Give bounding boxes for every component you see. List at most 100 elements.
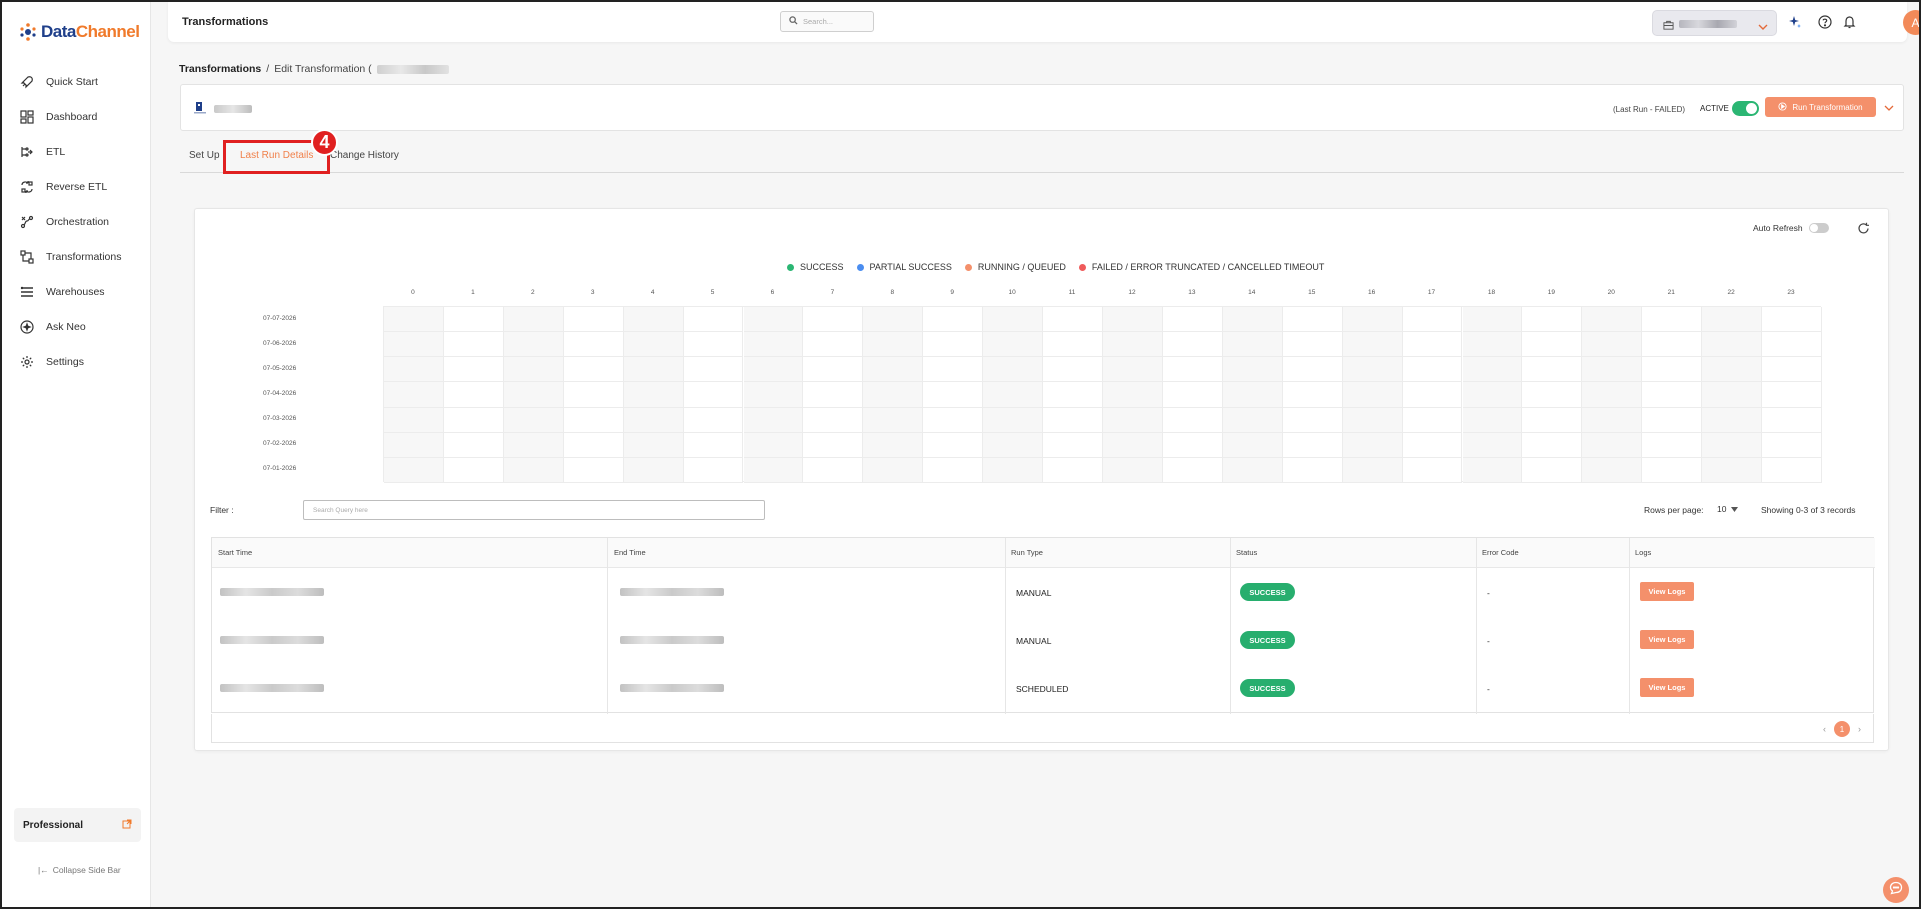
heatmap-cell[interactable] — [563, 307, 624, 333]
heatmap-cell[interactable] — [1103, 332, 1163, 358]
heatmap-cell[interactable] — [1222, 307, 1283, 333]
heatmap-cell[interactable] — [983, 332, 1044, 358]
heatmap-cell[interactable] — [1402, 307, 1463, 333]
heatmap-cell[interactable] — [503, 307, 564, 333]
heatmap-cell[interactable] — [384, 382, 444, 408]
heatmap-cell[interactable] — [743, 407, 804, 433]
heatmap-cell[interactable] — [1043, 382, 1103, 408]
heatmap-cell[interactable] — [1342, 357, 1403, 383]
heatmap-cell[interactable] — [1222, 382, 1283, 408]
column-header-status[interactable]: Status — [1236, 548, 1257, 557]
filter-search-input[interactable]: Search Query here — [303, 500, 765, 520]
heatmap-cell[interactable] — [1762, 357, 1822, 383]
heatmap-cell[interactable] — [1162, 332, 1223, 358]
heatmap-cell[interactable] — [1522, 357, 1583, 383]
heatmap-cell[interactable] — [1342, 332, 1403, 358]
heatmap-cell[interactable] — [623, 382, 684, 408]
heatmap-cell[interactable] — [1582, 457, 1643, 483]
heatmap-cell[interactable] — [923, 432, 984, 458]
heatmap-cell[interactable] — [683, 382, 744, 408]
bell-icon[interactable] — [1841, 14, 1857, 30]
heatmap-cell[interactable] — [443, 407, 504, 433]
heatmap-cell[interactable] — [1642, 457, 1703, 483]
heatmap-cell[interactable] — [1103, 357, 1163, 383]
heatmap-cell[interactable] — [683, 357, 744, 383]
heatmap-cell[interactable] — [1702, 357, 1763, 383]
heatmap-cell[interactable] — [1762, 307, 1822, 333]
heatmap-cell[interactable] — [1222, 357, 1283, 383]
heatmap-cell[interactable] — [923, 357, 984, 383]
heatmap-cell[interactable] — [683, 457, 744, 483]
heatmap-cell[interactable] — [983, 357, 1044, 383]
heatmap-cell[interactable] — [863, 332, 924, 358]
help-icon[interactable] — [1817, 14, 1833, 30]
heatmap-cell[interactable] — [563, 407, 624, 433]
page-number-button[interactable]: 1 — [1834, 721, 1850, 737]
heatmap-cell[interactable] — [443, 307, 504, 333]
heatmap-cell[interactable] — [863, 432, 924, 458]
heatmap-cell[interactable] — [1342, 382, 1403, 408]
auto-refresh-toggle[interactable] — [1808, 223, 1829, 233]
heatmap-cell[interactable] — [1162, 432, 1223, 458]
heatmap-cell[interactable] — [863, 407, 924, 433]
heatmap-cell[interactable] — [1222, 432, 1283, 458]
heatmap-cell[interactable] — [1342, 407, 1403, 433]
heatmap-cell[interactable] — [1462, 357, 1523, 383]
heatmap-cell[interactable] — [983, 307, 1044, 333]
heatmap-cell[interactable] — [443, 432, 504, 458]
heatmap-cell[interactable] — [803, 307, 864, 333]
heatmap-cell[interactable] — [384, 307, 444, 333]
heatmap-cell[interactable] — [1582, 432, 1643, 458]
heatmap-cell[interactable] — [683, 332, 744, 358]
heatmap-cell[interactable] — [563, 357, 624, 383]
heatmap-cell[interactable] — [863, 382, 924, 408]
heatmap-cell[interactable] — [1462, 307, 1523, 333]
heatmap-cell[interactable] — [683, 407, 744, 433]
heatmap-cell[interactable] — [503, 357, 564, 383]
heatmap-cell[interactable] — [1522, 382, 1583, 408]
heatmap-cell[interactable] — [384, 432, 444, 458]
sidebar-item-dashboard[interactable]: Dashboard — [2, 99, 151, 134]
active-toggle[interactable] — [1732, 101, 1759, 116]
heatmap-cell[interactable] — [923, 332, 984, 358]
breadcrumb-root[interactable]: Transformations — [179, 63, 261, 75]
column-header-error-code[interactable]: Error Code — [1482, 548, 1519, 557]
heatmap-cell[interactable] — [863, 357, 924, 383]
heatmap-cell[interactable] — [1642, 407, 1703, 433]
heatmap-cell[interactable] — [1282, 457, 1343, 483]
heatmap-cell[interactable] — [623, 357, 684, 383]
heatmap-cell[interactable] — [803, 357, 864, 383]
heatmap-cell[interactable] — [1162, 307, 1223, 333]
previous-page-icon[interactable]: ‹ — [1823, 724, 1826, 734]
heatmap-cell[interactable] — [1043, 457, 1103, 483]
collapse-sidebar-button[interactable]: |← Collapse Side Bar — [38, 865, 121, 875]
heatmap-cell[interactable] — [1282, 407, 1343, 433]
heatmap-cell[interactable] — [1702, 332, 1763, 358]
heatmap-cell[interactable] — [1043, 357, 1103, 383]
heatmap-cell[interactable] — [1462, 407, 1523, 433]
heatmap-cell[interactable] — [983, 382, 1044, 408]
heatmap-cell[interactable] — [1642, 307, 1703, 333]
heatmap-cell[interactable] — [384, 407, 444, 433]
heatmap-cell[interactable] — [623, 457, 684, 483]
workspace-select[interactable] — [1652, 10, 1777, 36]
heatmap-cell[interactable] — [1103, 382, 1163, 408]
heatmap-cell[interactable] — [1462, 457, 1523, 483]
heatmap-cell[interactable] — [384, 457, 444, 483]
sidebar-item-warehouses[interactable]: Warehouses — [2, 274, 151, 309]
heatmap-cell[interactable] — [1043, 307, 1103, 333]
heatmap-cell[interactable] — [623, 407, 684, 433]
auto-refresh-control[interactable]: Auto Refresh — [1753, 223, 1829, 233]
plan-badge[interactable]: Professional — [14, 808, 141, 842]
heatmap-cell[interactable] — [983, 407, 1044, 433]
chevron-down-icon[interactable] — [1883, 101, 1895, 113]
heatmap-cell[interactable] — [1762, 407, 1822, 433]
heatmap-cell[interactable] — [1162, 357, 1223, 383]
heatmap-cell[interactable] — [563, 432, 624, 458]
sidebar-item-reverse-etl[interactable]: Reverse ETL — [2, 169, 151, 204]
tab-change-history[interactable]: Change History — [330, 150, 399, 161]
heatmap-cell[interactable] — [803, 332, 864, 358]
heatmap-cell[interactable] — [443, 457, 504, 483]
search-input[interactable]: Search... — [780, 11, 874, 32]
heatmap-cell[interactable] — [1103, 307, 1163, 333]
